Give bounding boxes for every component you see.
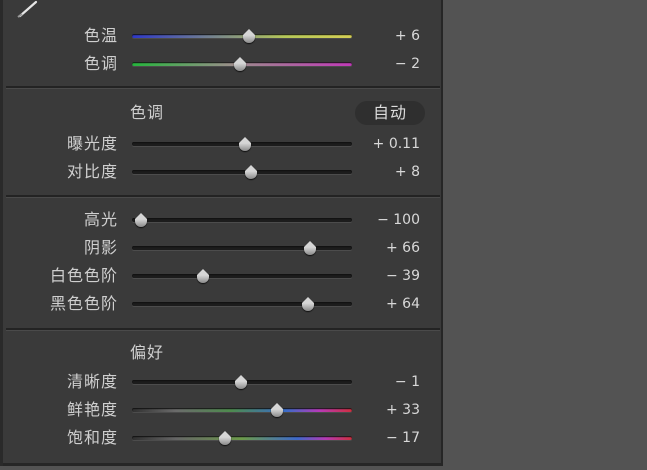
basic-adjustments-panel: 色温 + 6 色调 − 2 色调 自动 曝光度 + 0.11 对比度 + 8 高… xyxy=(0,0,443,466)
section-title-presence: 偏好 xyxy=(130,343,165,362)
slider-value-whites[interactable]: − 39 xyxy=(346,266,420,286)
slider-value-tint[interactable]: − 2 xyxy=(346,54,420,74)
slider-label-clarity: 清晰度 xyxy=(66,372,118,391)
slider-value-saturation[interactable]: − 17 xyxy=(346,428,420,448)
brush-icon[interactable] xyxy=(14,0,42,18)
slider-value-vibrance[interactable]: + 33 xyxy=(346,400,420,420)
auto-tone-button[interactable]: 自动 xyxy=(355,101,425,125)
panel-edge xyxy=(0,0,3,466)
slider-label-blacks: 黑色色阶 xyxy=(49,294,118,313)
slider-value-highlights[interactable]: − 100 xyxy=(346,210,420,230)
slider-label-saturation: 饱和度 xyxy=(66,428,118,447)
slider-value-exposure[interactable]: + 0.11 xyxy=(346,134,420,154)
slider-track-contrast[interactable] xyxy=(132,170,352,174)
slider-label-vibrance: 鲜艳度 xyxy=(66,400,118,419)
slider-label-exposure: 曝光度 xyxy=(66,134,118,153)
section-divider xyxy=(6,328,440,331)
slider-value-temperature[interactable]: + 6 xyxy=(346,26,420,46)
slider-track-highlights[interactable] xyxy=(132,218,352,222)
slider-track-saturation[interactable] xyxy=(132,436,352,440)
slider-track-shadows[interactable] xyxy=(132,246,352,250)
slider-track-vibrance[interactable] xyxy=(132,408,352,412)
section-divider xyxy=(6,86,440,89)
slider-label-highlights: 高光 xyxy=(83,210,118,229)
section-title-tone: 色调 xyxy=(130,103,165,122)
slider-track-blacks[interactable] xyxy=(132,302,352,306)
slider-value-blacks[interactable]: + 64 xyxy=(346,294,420,314)
slider-label-shadows: 阴影 xyxy=(83,238,118,257)
slider-track-whites[interactable] xyxy=(132,274,352,278)
slider-track-temperature[interactable] xyxy=(132,34,352,38)
panel-header-strip xyxy=(0,0,443,20)
slider-label-tint: 色调 xyxy=(83,54,118,73)
slider-label-temperature: 色温 xyxy=(83,26,118,45)
slider-value-clarity[interactable]: − 1 xyxy=(346,372,420,392)
section-divider xyxy=(6,195,440,198)
slider-value-shadows[interactable]: + 66 xyxy=(346,238,420,258)
slider-value-contrast[interactable]: + 8 xyxy=(346,162,420,182)
slider-label-contrast: 对比度 xyxy=(66,162,118,181)
slider-label-whites: 白色色阶 xyxy=(49,266,118,285)
